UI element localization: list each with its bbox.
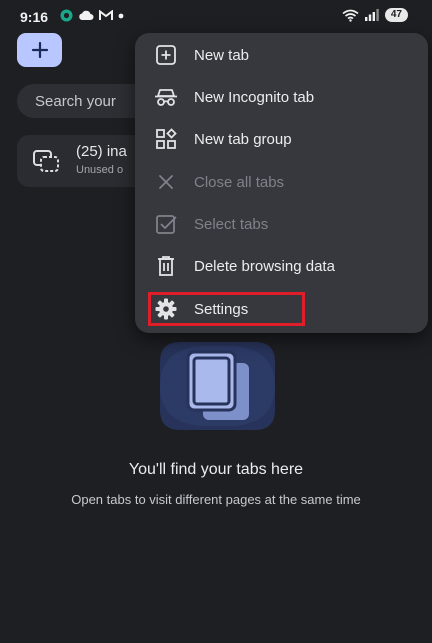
menu-item-label: New Incognito tab [194,88,315,106]
menu-item-select-tabs: Select tabs [135,206,428,242]
trash-icon [154,254,178,278]
signal-icon [364,9,379,21]
app-notification-icon [60,9,73,22]
menu-item-new-tab[interactable]: New tab [135,37,428,73]
inactive-tabs-icon [33,150,59,172]
status-system-icons: 47 [342,8,408,22]
plus-icon [31,41,48,59]
menu-item-label: New tab group [194,130,292,148]
close-icon [154,170,178,194]
status-bar: 9:16 47 [0,0,432,32]
menu-item-label: Select tabs [194,215,269,233]
battery-icon: 47 [384,8,408,22]
menu-item-new-tab-group[interactable]: New tab group [135,121,428,157]
inactive-tabs-subtitle: Unused o [76,164,124,176]
overflow-menu: New tab New Incognito tab New tab group [135,33,428,333]
dot-icon [118,13,124,18]
incognito-icon [154,85,178,109]
inactive-tabs-title: (25) ina [76,143,127,160]
status-notification-icons [60,9,124,22]
gmail-icon [99,10,113,20]
menu-item-label: Close all tabs [194,173,285,191]
menu-item-label: New tab [194,46,250,64]
search-placeholder: Search your [35,92,116,110]
wifi-icon [342,9,359,22]
tabs-empty-illustration [160,342,275,430]
tab-group-icon [154,127,178,151]
status-time: 9:16 [20,9,49,25]
settings-highlight-box [148,292,305,326]
new-tab-icon [154,43,178,67]
empty-state-title: You'll find your tabs here [128,461,304,478]
menu-item-new-incognito-tab[interactable]: New Incognito tab [135,79,428,115]
menu-item-label: Delete browsing data [194,257,335,275]
select-checkbox-icon [154,212,178,236]
menu-item-delete-browsing-data[interactable]: Delete browsing data [135,248,428,284]
new-tab-button[interactable] [17,33,62,67]
empty-state-subtitle: Open tabs to visit different pages at th… [71,492,361,507]
menu-item-close-all-tabs: Close all tabs [135,164,428,200]
cloud-icon [79,10,94,20]
